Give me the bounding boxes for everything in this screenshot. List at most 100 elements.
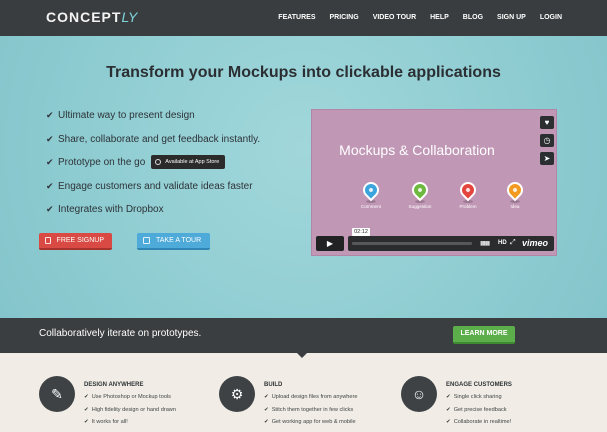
apple-icon (155, 159, 162, 165)
timecode: 02:12 (352, 228, 370, 236)
list-item: ✔ Collaborate in realtime! (446, 419, 511, 432)
tour-icon (143, 237, 150, 244)
feature-item: ✔ Ultimate way to present design (46, 110, 260, 134)
learn-more-button[interactable]: LEARN MORE (453, 326, 515, 344)
feature-item: ✔ Share, collaborate and get feedback ins… (46, 134, 260, 158)
check-icon: ✔ (46, 180, 54, 191)
gears-icon: ⚙ (219, 376, 255, 412)
list-item: ✔ Upload design files from anywhere (264, 394, 358, 407)
list-item-text: Single click sharing (453, 394, 502, 400)
heart-icon[interactable]: ♥ (540, 116, 554, 129)
nav-pricing[interactable]: PRICING (330, 14, 359, 21)
pin-label: Comment (361, 204, 381, 209)
feature-text: Share, collaborate and get feedback inst… (58, 133, 261, 145)
users-icon: ☺ (401, 376, 437, 412)
list-item: ✔ Use Photoshop or Mockup tools (84, 394, 176, 407)
take-a-tour-label: TAKE A TOUR (156, 237, 202, 244)
check-icon: ✔ (46, 133, 54, 144)
clock-icon[interactable]: ◷ (540, 134, 554, 147)
seek-track[interactable] (352, 242, 472, 245)
cta-band: Collaboratively iterate on prototypes. L… (0, 318, 607, 353)
nav-help[interactable]: HELP (430, 14, 449, 21)
check-icon: ✔ (84, 406, 89, 413)
check-icon: ✔ (84, 394, 89, 400)
list-item-text: High fidelity design or hand drawn (91, 406, 176, 413)
check-icon: ✔ (46, 157, 54, 167)
pin-label: Problem (459, 204, 477, 209)
lightbulb-pin-icon (503, 178, 527, 202)
check-icon: ✔ (46, 110, 54, 120)
pencil-icon (45, 237, 51, 244)
feature-text: Engage customers and validate ideas fast… (58, 180, 253, 192)
logo-main: CONCEPT (46, 9, 122, 25)
pin-label: Idea (510, 204, 520, 209)
list-item: ✔ Get working app for web & mobile (264, 419, 358, 432)
nav-blog[interactable]: BLOG (463, 14, 483, 21)
column-title: ENGAGE CUSTOMERS (446, 382, 512, 388)
take-a-tour-button[interactable]: TAKE A TOUR (137, 233, 210, 250)
band-text: Collaboratively iterate on prototypes. (39, 328, 202, 339)
nav-sign-up[interactable]: SIGN UP (497, 14, 526, 21)
pin-comment: Comment (356, 178, 386, 209)
fullscreen-icon[interactable]: ⤢ (510, 239, 516, 247)
send-icon[interactable]: ➤ (540, 152, 554, 165)
nav-login[interactable]: LOGIN (540, 14, 562, 21)
list-item-text: Get working app for web & mobile (271, 419, 356, 425)
app-store-badge[interactable]: Available at App Store (151, 155, 226, 169)
check-icon: ✔ (264, 406, 269, 413)
column-title: BUILD (264, 382, 283, 388)
play-icon[interactable]: ▶ (316, 236, 344, 251)
free-signup-button[interactable]: FREE SIGNUP (39, 233, 112, 250)
nav-features[interactable]: FEATURES (278, 14, 315, 21)
top-header: CONCEPTLY FEATURES PRICING VIDEO TOUR HE… (0, 0, 607, 36)
no-entry-pin-icon (456, 178, 480, 202)
check-icon: ✔ (264, 419, 269, 425)
list-item: ✔ High fidelity design or hand drawn (84, 407, 176, 420)
vimeo-logo[interactable]: vimeo (522, 238, 548, 248)
logo[interactable]: CONCEPTLY (46, 9, 137, 25)
feature-text: Integrates with Dropbox (58, 204, 164, 215)
pin-label: Suggestion (408, 204, 432, 209)
feature-list: ✔ Ultimate way to present design ✔ Share, … (46, 110, 260, 228)
list-item-text: Collaborate in realtime! (453, 419, 512, 425)
column-list: ✔ Single click sharing ✔ Get precise feedb… (446, 394, 511, 432)
list-item-text: Stitch them together in few clicks (271, 406, 354, 413)
check-icon: ✔ (446, 419, 451, 425)
check-icon: ✔ (446, 406, 451, 413)
list-item: ✔ It works for all! (84, 419, 176, 432)
main-nav: FEATURES PRICING VIDEO TOUR HELP BLOG SI… (278, 14, 562, 21)
logo-suffix: LY (121, 9, 138, 25)
thumbs-up-pin-icon (408, 178, 432, 202)
column-title: DESIGN ANYWHERE (84, 382, 144, 388)
list-item-text: Use Photoshop or Mockup tools (91, 394, 171, 400)
hero-section: Transform your Mockups into clickable ap… (0, 36, 607, 318)
video-controls: ▶ 02:12 ▮▮▮▮ HD ⤢ vimeo (316, 228, 554, 251)
comment-pin-icon (359, 178, 383, 202)
check-icon: ✔ (446, 394, 451, 400)
volume-icon[interactable]: ▮▮▮▮ (480, 240, 490, 247)
list-item: ✔ Get precise feedback (446, 407, 511, 420)
free-signup-label: FREE SIGNUP (56, 237, 104, 244)
pin-problem: Problem (453, 178, 483, 209)
pin-idea: Idea (500, 178, 530, 209)
list-item-text: It works for all! (91, 419, 128, 425)
design-tools-icon: ✎ (39, 376, 75, 412)
list-item: ✔ Stitch them together in few clicks (264, 407, 358, 420)
feature-item: ✔ Integrates with Dropbox (46, 204, 260, 228)
list-item-text: Get precise feedback (453, 406, 507, 413)
nav-video-tour[interactable]: VIDEO TOUR (373, 14, 416, 21)
column-list: ✔ Use Photoshop or Mockup tools ✔ High fid… (84, 394, 176, 432)
hd-toggle[interactable]: HD (498, 240, 507, 246)
video-player[interactable]: Mockups & Collaboration ♥ ◷ ➤ Comment Su… (311, 109, 557, 256)
feature-item: ✔ Engage customers and validate ideas fas… (46, 181, 260, 205)
feature-item: ✔ Prototype on the go Available at App St… (46, 155, 260, 181)
check-icon: ✔ (46, 204, 54, 214)
video-title: Mockups & Collaboration (339, 142, 495, 158)
feature-text: Ultimate way to present design (58, 110, 195, 121)
app-store-label: Available at App Store (165, 159, 220, 165)
page-headline: Transform your Mockups into clickable ap… (106, 64, 501, 81)
progress-bar: 02:12 ▮▮▮▮ HD ⤢ vimeo (348, 228, 554, 251)
check-icon: ✔ (264, 394, 269, 400)
pin-suggestion: Suggestion (405, 178, 435, 209)
list-item-text: Upload design files from anywhere (271, 394, 358, 400)
